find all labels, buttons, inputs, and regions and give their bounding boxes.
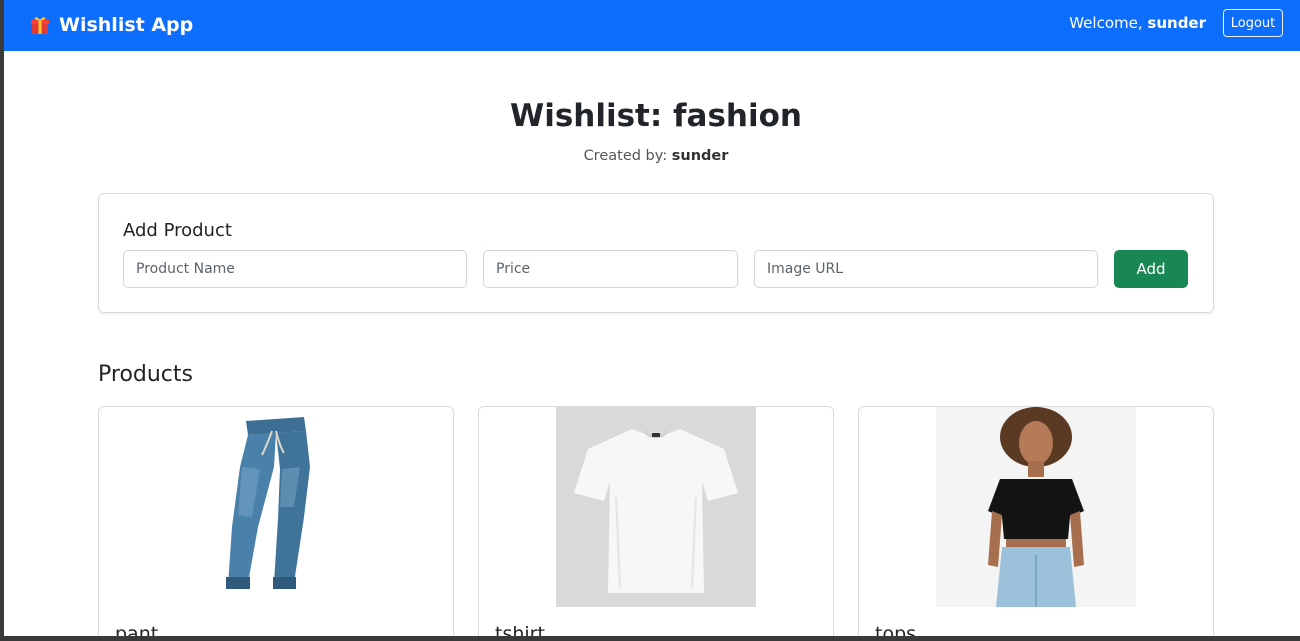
add-product-card: Add Product Add [98, 193, 1214, 313]
image-url-input[interactable] [754, 250, 1098, 288]
created-by-user: sunder [671, 148, 729, 164]
product-name: tops [875, 623, 917, 636]
page: Wishlist App Welcome, sunder Logout Wish… [4, 0, 1300, 636]
product-name: tshirt [495, 623, 545, 636]
add-button[interactable]: Add [1114, 250, 1188, 288]
product-image-tshirt [556, 407, 756, 607]
welcome-prefix: Welcome, [1069, 14, 1143, 32]
product-name: pant [115, 623, 159, 636]
gift-icon [31, 17, 49, 34]
price-input[interactable] [483, 250, 738, 288]
product-card[interactable]: tops [858, 406, 1214, 636]
welcome-username: sunder [1147, 14, 1206, 32]
brand-label: Wishlist App [59, 14, 194, 36]
product-card[interactable]: pant [98, 406, 454, 636]
product-image-tops [936, 407, 1136, 607]
created-by: Created by: sunder [4, 148, 1300, 164]
logout-button[interactable]: Logout [1223, 9, 1283, 37]
welcome-text: Welcome, sunder [1069, 14, 1206, 32]
product-image-jeans [176, 407, 376, 607]
product-card[interactable]: tshirt [478, 406, 834, 636]
created-by-label: Created by: [583, 148, 668, 164]
page-title: Wishlist: fashion [510, 98, 802, 134]
brand-link[interactable]: Wishlist App [30, 12, 193, 38]
add-product-title: Add Product [123, 220, 232, 241]
navbar: Wishlist App Welcome, sunder Logout [4, 0, 1300, 51]
products-heading: Products [98, 362, 193, 387]
product-name-input[interactable] [123, 250, 467, 288]
